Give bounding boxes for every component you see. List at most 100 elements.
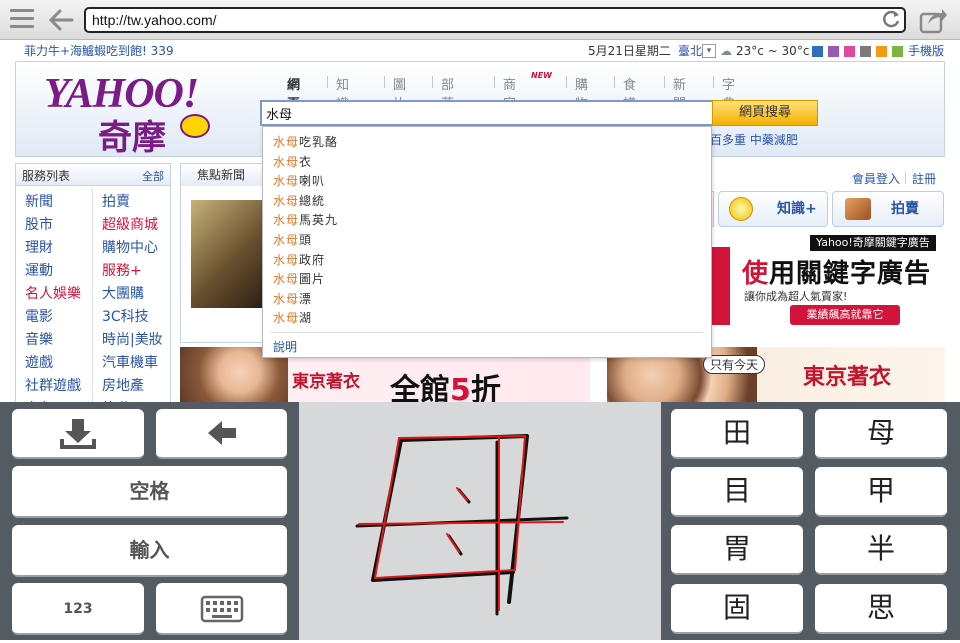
backspace-button[interactable] [156,409,287,459]
candidate-key[interactable]: 母 [815,409,947,459]
theme-swatch[interactable] [876,46,887,57]
city-dropdown-icon[interactable]: ▾ [702,44,716,58]
candidate-key[interactable]: 半 [815,525,947,575]
candidate-key[interactable]: 目 [671,467,803,517]
ad-cta-button[interactable]: 業績飆高就靠它 [790,305,900,325]
nav-divider [566,76,567,88]
suggestion-item[interactable]: 水母圖片 [273,270,325,287]
service-link[interactable]: 房地產 [102,375,144,395]
suggestion-match: 水母 [273,193,300,208]
search-suggestions: 水母吃乳酪 水母衣 水母喇叭 水母總統 水母馬英九 水母頭 水母政府 水母圖片 水母漂 水母湖 說… [262,126,712,358]
share-icon[interactable] [918,6,948,34]
theme-swatch[interactable] [828,46,839,57]
handwriting-canvas[interactable] [299,402,661,640]
hot-search-links[interactable]: 百多重 中藥減肥 [710,131,798,148]
suggestion-item[interactable]: 水母湖 [273,309,312,326]
banner-bubble: 只有今天 [703,355,766,374]
url-bar[interactable]: http://tw.yahoo.com/ [84,7,906,33]
theme-swatch[interactable] [860,46,871,57]
candidate-key[interactable]: 田 [671,409,803,459]
menu-icon[interactable] [10,9,34,29]
service-all-link[interactable]: 全部 [142,168,164,184]
auction-button[interactable]: 拍賣 [832,191,944,227]
service-link[interactable]: 名人娛樂 [25,283,81,303]
login-link[interactable]: 會員登入 [852,170,900,187]
service-link[interactable]: 購物中心 [102,237,158,257]
focus-news-tab[interactable]: 焦點新聞 [181,164,263,186]
hide-keyboard-button[interactable] [12,409,144,459]
suggestion-completion: 圖片 [299,272,326,287]
service-link[interactable]: 時尚|美妝 [102,329,163,349]
suggestion-completion: 政府 [299,252,326,267]
candidate-key[interactable]: 甲 [815,467,947,517]
suggestion-item[interactable]: 水母政府 [273,251,325,268]
knowledge-button[interactable]: 知識+ [718,191,828,227]
smiley-icon [180,114,210,138]
suggestion-item[interactable]: 水母頭 [273,231,312,248]
service-link[interactable]: 運動 [25,260,53,280]
suggestion-help-link[interactable]: 說明 [273,338,297,355]
service-link[interactable]: 3C科技 [102,306,149,326]
service-link[interactable]: 社群遊戲 [25,375,81,395]
ad-title-accent: 使 [742,259,770,289]
suggestion-completion: 總統 [299,193,326,208]
suggestion-item[interactable]: 水母喇叭 [273,172,325,189]
top-info-bar: 菲力牛+海鱸蝦吃到飽! 339 5月21日星期二 臺北 ▾ ☁ 23°c ~ 3… [0,41,960,61]
space-button[interactable]: 空格 [12,466,287,518]
register-link[interactable]: 註冊 [912,170,936,187]
theme-swatch[interactable] [812,46,823,57]
theme-swatch[interactable] [892,46,903,57]
service-link[interactable]: 大團購 [102,283,144,303]
yahoo-logo[interactable]: YAHOO! 奇摩 [44,70,224,157]
candidate-key[interactable]: 固 [671,584,803,634]
suggestion-item[interactable]: 水母衣 [273,153,312,170]
gavel-icon [845,198,871,220]
service-list-title: 服務列表 [22,169,71,183]
web-search-button[interactable]: 網頁搜尋 [712,100,818,126]
service-link[interactable]: 音樂 [25,329,53,349]
suggestion-match: 水母 [273,272,300,287]
candidate-key[interactable]: 胃 [671,525,803,575]
back-arrow-icon[interactable] [48,8,74,32]
keyboard-switch-button[interactable] [156,583,287,635]
handwriting-strokes [355,434,569,616]
nav-divider [664,76,665,88]
suggestion-match: 水母 [273,311,300,326]
mobile-version-link[interactable]: 手機版 [908,41,944,61]
focus-news-image[interactable] [191,200,263,308]
sale-suffix: 折 [470,373,501,403]
city-link[interactable]: 臺北 [678,41,702,61]
backspace-arrow-icon [208,421,236,445]
service-link[interactable]: 理財 [25,237,53,257]
suggestion-item[interactable]: 水母總統 [273,192,325,209]
divider [271,332,703,333]
banner-brand: 東京著衣 [292,372,360,392]
service-link[interactable]: 新聞 [25,191,53,211]
enter-button[interactable]: 輸入 [12,525,287,577]
suggestion-item[interactable]: 水母吃乳酪 [273,133,338,150]
keyword-ad-banner[interactable]: Yahoo!奇摩關鍵字廣告 使用關鍵字廣告 讓你成為超人氣賣家! 業績飆高就靠它 [710,233,945,331]
service-link[interactable]: 股市 [25,214,53,234]
service-link[interactable]: 超級商城 [102,214,158,234]
weather-cloud-icon: ☁ [720,44,732,58]
service-link[interactable]: 拍賣 [102,191,130,211]
suggestion-item[interactable]: 水母漂 [273,290,312,307]
ad-accent [710,247,730,325]
service-link[interactable]: 服務+ [102,260,142,280]
theme-swatch[interactable] [844,46,855,57]
service-link[interactable]: 電影 [25,306,53,326]
reload-icon[interactable] [880,8,902,30]
banner-sale-text: 全館5折 [390,365,501,403]
candidate-key[interactable]: 思 [815,584,947,634]
download-icon [60,419,96,449]
suggestion-item[interactable]: 水母馬英九 [273,211,338,228]
numeric-mode-button[interactable]: 123 [12,583,144,635]
search-input[interactable] [260,100,714,126]
service-link[interactable]: 汽車機車 [102,352,158,372]
promo-link[interactable]: 菲力牛+海鱸蝦吃到飽! 339 [24,41,174,61]
service-link[interactable]: 遊戲 [25,352,53,372]
nav-divider [432,76,433,88]
auction-label: 拍賣 [891,201,919,217]
keyboard-icon [200,595,244,623]
suggestion-match: 水母 [273,135,300,149]
